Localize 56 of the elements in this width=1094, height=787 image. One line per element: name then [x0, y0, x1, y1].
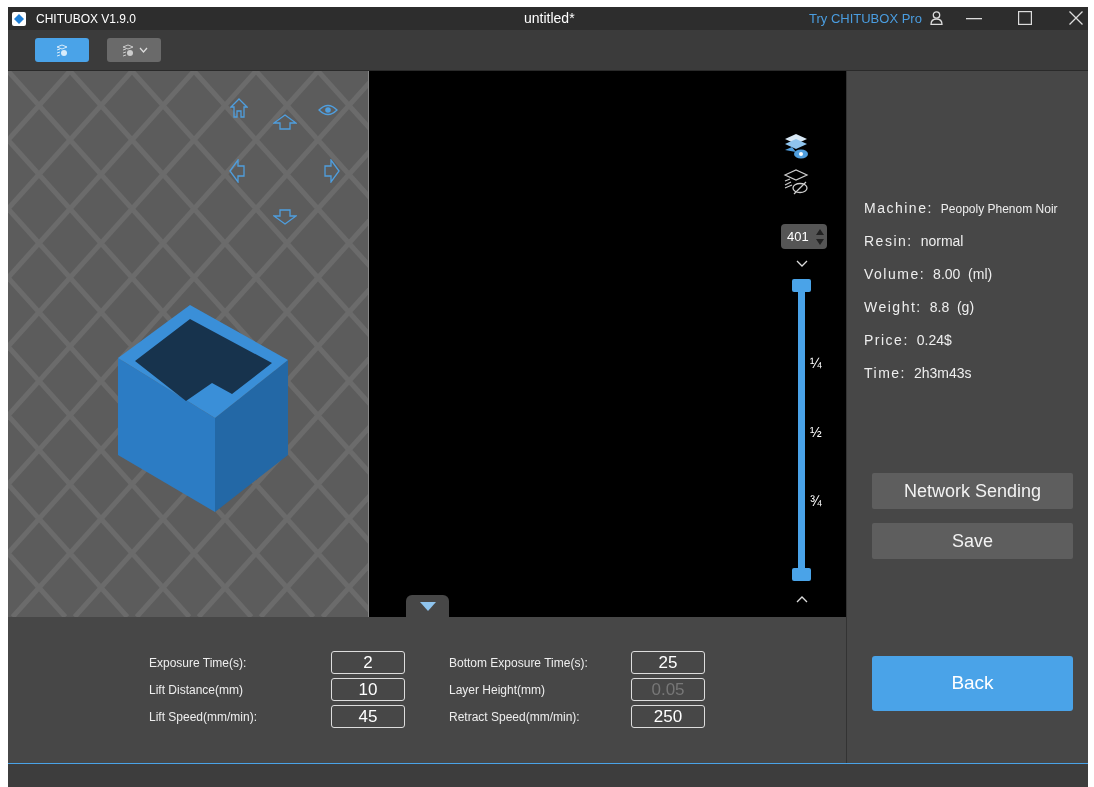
slider-tick-label: ½	[810, 423, 822, 442]
info-value: 2h3m43s	[914, 364, 972, 383]
try-pro-link[interactable]: Try CHITUBOX Pro	[809, 8, 922, 29]
home-icon[interactable]	[230, 98, 248, 118]
left-arrow-icon[interactable]	[229, 159, 245, 183]
info-label: Price:	[864, 331, 909, 350]
parameter-field[interactable]: 45	[331, 705, 405, 728]
layers-icon	[55, 43, 69, 57]
action-button[interactable]: Save	[872, 523, 1073, 559]
parameter-label: Bottom Exposure Time(s):	[449, 654, 589, 672]
minimize-icon[interactable]	[966, 18, 982, 20]
parameter-label: Lift Distance(mm)	[149, 681, 244, 699]
parameter-field[interactable]: 250	[631, 705, 705, 728]
info-label: Time:	[864, 364, 906, 383]
up-arrow-icon[interactable]	[273, 114, 297, 130]
slider-tick-label: ¼	[810, 354, 822, 373]
eye-icon[interactable]	[318, 103, 338, 117]
panel-toggle-tab[interactable]	[406, 595, 449, 617]
action-button[interactable]: Network Sending	[872, 473, 1073, 509]
chevron-down-icon[interactable]	[796, 260, 808, 267]
close-icon[interactable]	[1069, 11, 1083, 25]
layers-icon	[120, 43, 135, 57]
info-label: Resin:	[864, 232, 913, 251]
caret-icon	[138, 47, 148, 53]
slider-tick-label: ¾	[810, 492, 822, 511]
info-label: Volume:	[864, 265, 926, 284]
logo-icon	[12, 11, 26, 26]
parameter-field[interactable]: 10	[331, 678, 405, 701]
maximize-icon[interactable]	[1018, 11, 1032, 25]
layers-hidden-icon[interactable]	[782, 169, 810, 197]
slice-tool-button[interactable]	[35, 38, 89, 62]
info-value: 0.24$	[916, 331, 952, 350]
parameter-field[interactable]: 25	[631, 651, 705, 674]
parameter-label: Layer Height(mm)	[449, 681, 547, 699]
down-arrow-icon[interactable]	[273, 209, 297, 225]
slider-thumb[interactable]	[792, 279, 811, 292]
info-value: 8.00 (ml)	[933, 265, 993, 284]
spin-arrows-icon	[816, 227, 824, 246]
slice-tool-button[interactable]	[107, 38, 161, 62]
layer-spinbox[interactable]: 401	[781, 224, 827, 249]
parameter-field[interactable]: 2	[331, 651, 405, 674]
chevron-up-icon[interactable]	[796, 596, 808, 603]
info-value: normal	[920, 232, 964, 251]
parameter-label: Lift Speed(mm/min):	[149, 708, 259, 726]
right-arrow-icon[interactable]	[324, 159, 340, 183]
info-value: Peopoly Phenom Noir	[940, 201, 1058, 218]
triangle-down-icon	[419, 601, 436, 611]
document-title: untitled*	[524, 9, 575, 28]
info-label: Weight:	[864, 298, 922, 317]
slider-thumb[interactable]	[792, 568, 811, 581]
info-value: 8.8 (g)	[929, 298, 975, 317]
app-title: CHITUBOX V1.9.0	[36, 10, 137, 28]
info-label: Machine:	[864, 199, 933, 218]
parameter-label: Retract Speed(mm/min):	[449, 708, 581, 726]
parameter-label: Exposure Time(s):	[149, 654, 248, 672]
user-icon[interactable]	[930, 11, 943, 25]
